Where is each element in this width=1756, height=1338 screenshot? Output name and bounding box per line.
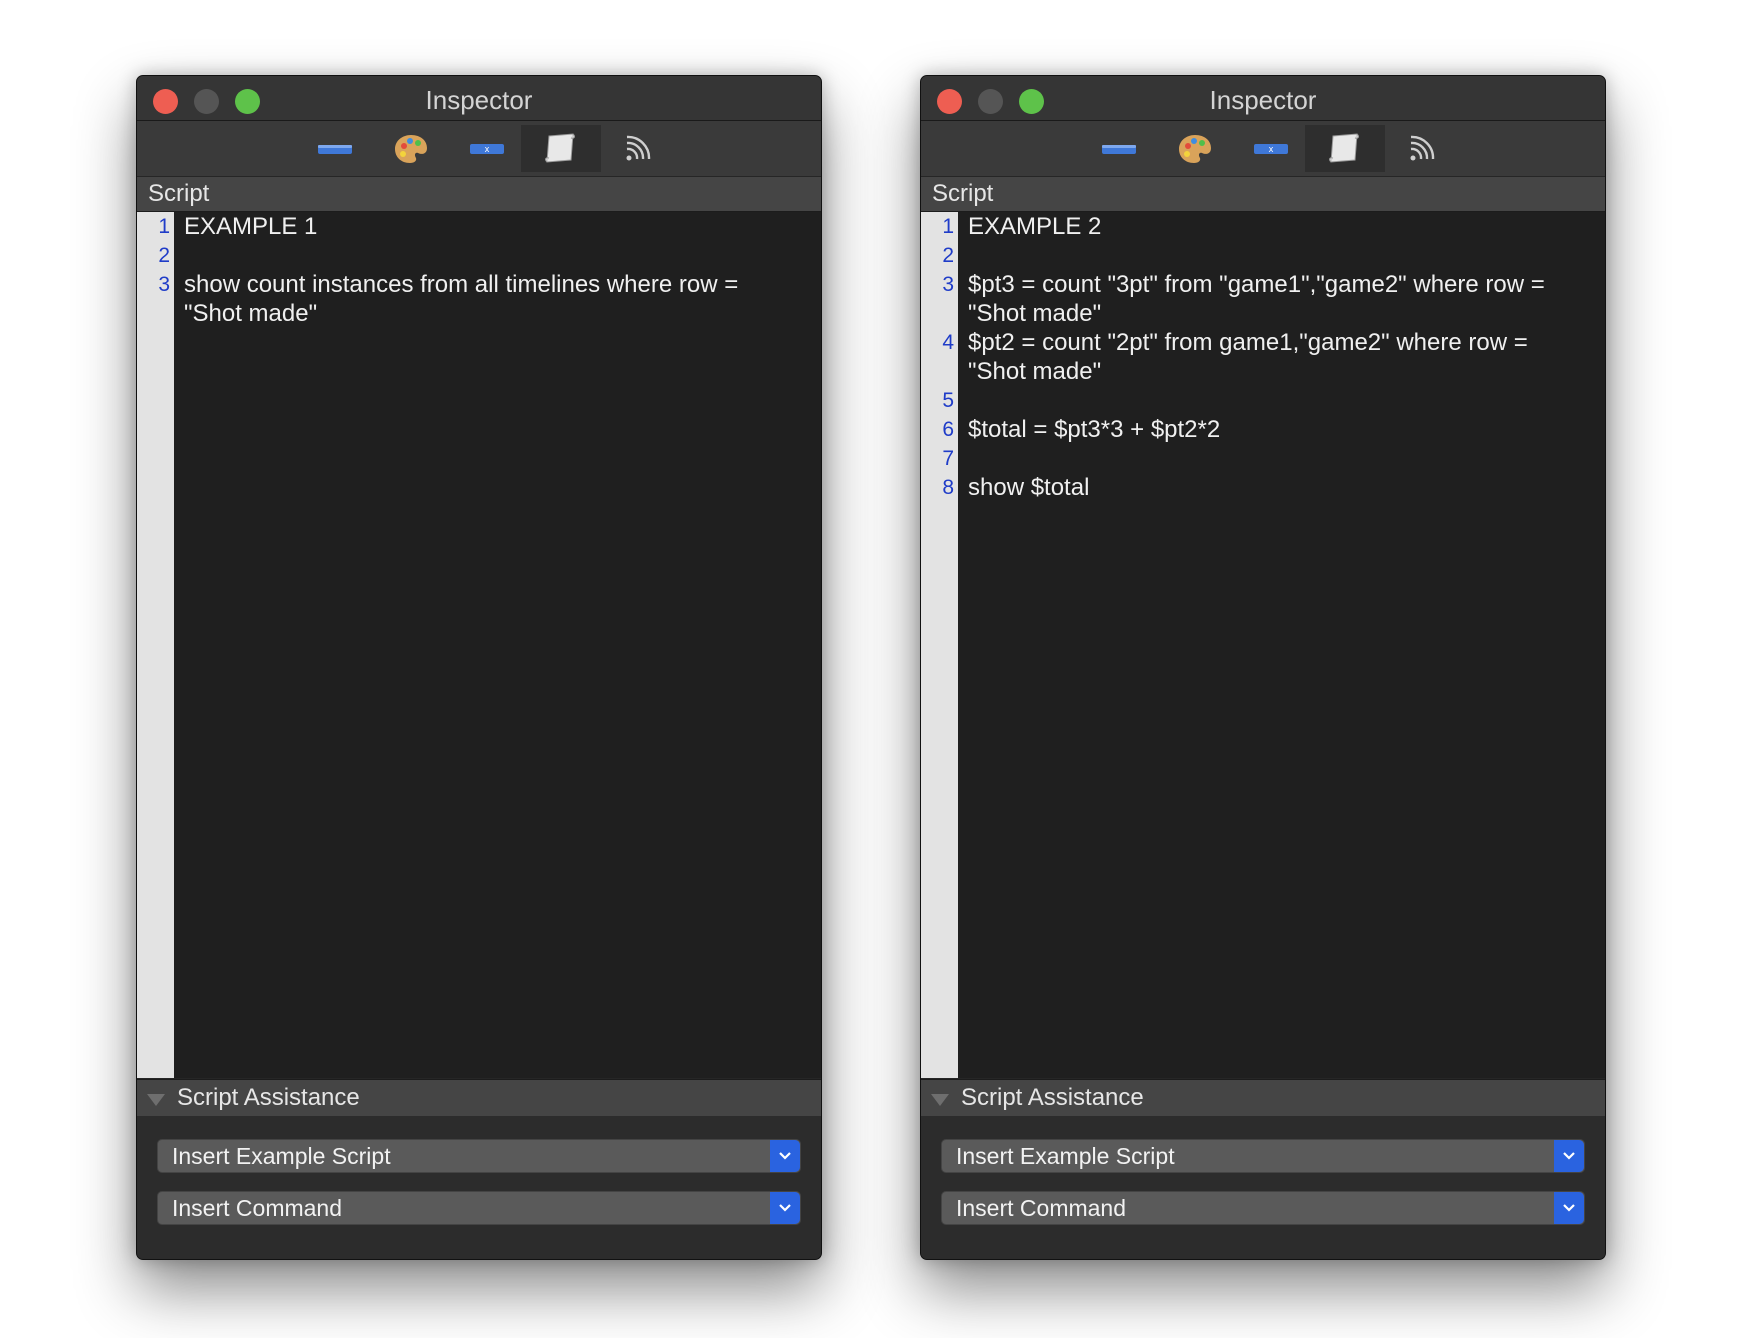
script-assistance-label: Script Assistance	[177, 1084, 360, 1111]
line-text[interactable]: $pt2 = count "2pt" from game1,"game2" wh…	[968, 328, 1588, 386]
insert-example-script-popup[interactable]: Insert Example Script	[157, 1139, 801, 1173]
title-bar[interactable]: Inspector	[921, 76, 1605, 121]
line-number: 5	[942, 389, 954, 412]
line-number: 8	[942, 476, 954, 499]
rss-feed-icon	[1410, 135, 1435, 161]
rss-feed-icon	[626, 135, 651, 161]
inspector-toolbar: x	[137, 121, 821, 176]
label-icon	[1102, 145, 1136, 154]
tab-variables[interactable]: x	[447, 125, 527, 172]
chevron-down-icon	[1563, 1152, 1575, 1160]
script-section-header: Script	[921, 177, 1605, 212]
window-title: Inspector	[1209, 85, 1317, 115]
svg-text:x: x	[485, 144, 490, 154]
line-number: 3	[158, 273, 170, 296]
popup-arrow[interactable]	[1554, 1192, 1584, 1224]
tab-label[interactable]	[1079, 125, 1159, 172]
popup-arrow[interactable]	[770, 1140, 800, 1172]
tab-script[interactable]	[1305, 125, 1385, 172]
script-icon	[1329, 133, 1359, 163]
disclosure-triangle-icon[interactable]	[147, 1094, 165, 1106]
inspector-toolbar: x	[921, 121, 1605, 176]
line-number: 3	[942, 273, 954, 296]
popup-label: Insert Command	[172, 1195, 343, 1221]
script-assistance-header[interactable]: Script Assistance	[137, 1079, 821, 1116]
variable-icon: x	[1254, 144, 1288, 154]
script-editor[interactable]: 1 EXAMPLE 2 2 3 $pt3 = count "3pt" from …	[921, 212, 1605, 1078]
tab-label[interactable]	[295, 125, 375, 172]
popup-arrow[interactable]	[770, 1192, 800, 1224]
insert-command-popup[interactable]: Insert Command	[157, 1191, 801, 1225]
insert-example-script-popup[interactable]: Insert Example Script	[941, 1139, 1585, 1173]
line-number-gutter	[137, 212, 174, 1078]
popup-arrow[interactable]	[1554, 1140, 1584, 1172]
title-bar[interactable]: Inspector	[137, 76, 821, 121]
inspector-window-1: Inspector x Script 1 EXAMPLE 1 2 3 show …	[136, 75, 822, 1260]
line-text[interactable]: EXAMPLE 2	[968, 212, 1588, 241]
palette-icon	[395, 135, 427, 163]
script-assistance-header[interactable]: Script Assistance	[921, 1079, 1605, 1116]
svg-text:x: x	[1269, 144, 1274, 154]
tab-appearance[interactable]	[1155, 125, 1235, 172]
script-section-header: Script	[137, 177, 821, 212]
script-editor[interactable]: 1 EXAMPLE 1 2 3 show count instances fro…	[137, 212, 821, 1078]
line-number: 1	[158, 215, 170, 238]
popup-label: Insert Example Script	[172, 1143, 391, 1169]
insert-command-popup[interactable]: Insert Command	[941, 1191, 1585, 1225]
popup-label: Insert Command	[956, 1195, 1127, 1221]
line-text[interactable]: EXAMPLE 1	[184, 212, 804, 241]
label-icon	[318, 145, 352, 154]
line-text[interactable]: $pt3 = count "3pt" from "game1","game2" …	[968, 270, 1588, 328]
disclosure-triangle-icon[interactable]	[931, 1094, 949, 1106]
chevron-down-icon	[779, 1204, 791, 1212]
line-text[interactable]: $total = $pt3*3 + $pt2*2	[968, 415, 1588, 444]
line-number: 6	[942, 418, 954, 441]
line-number: 2	[942, 244, 954, 267]
script-assistance-panel: Insert Example Script Insert Command	[137, 1116, 821, 1259]
variable-icon: x	[470, 144, 504, 154]
popup-label: Insert Example Script	[956, 1143, 1175, 1169]
line-number: 4	[942, 331, 954, 354]
line-number: 7	[942, 447, 954, 470]
palette-icon	[1179, 135, 1211, 163]
line-text[interactable]: show count instances from all timelines …	[184, 270, 804, 328]
chevron-down-icon	[779, 1152, 791, 1160]
window-title: Inspector	[425, 85, 533, 115]
script-assistance-panel: Insert Example Script Insert Command	[921, 1116, 1605, 1259]
tab-feed[interactable]	[1381, 125, 1461, 172]
line-number: 1	[942, 215, 954, 238]
inspector-window-2: Inspector x Script 1 EXAMPLE 2 2 3 $pt3 …	[920, 75, 1606, 1260]
tab-script[interactable]	[521, 125, 601, 172]
tab-variables[interactable]: x	[1231, 125, 1311, 172]
line-text[interactable]: show $total	[968, 473, 1588, 502]
script-icon	[545, 133, 575, 163]
chevron-down-icon	[1563, 1204, 1575, 1212]
script-assistance-label: Script Assistance	[961, 1084, 1144, 1111]
line-number: 2	[158, 244, 170, 267]
tab-appearance[interactable]	[371, 125, 451, 172]
tab-feed[interactable]	[597, 125, 677, 172]
